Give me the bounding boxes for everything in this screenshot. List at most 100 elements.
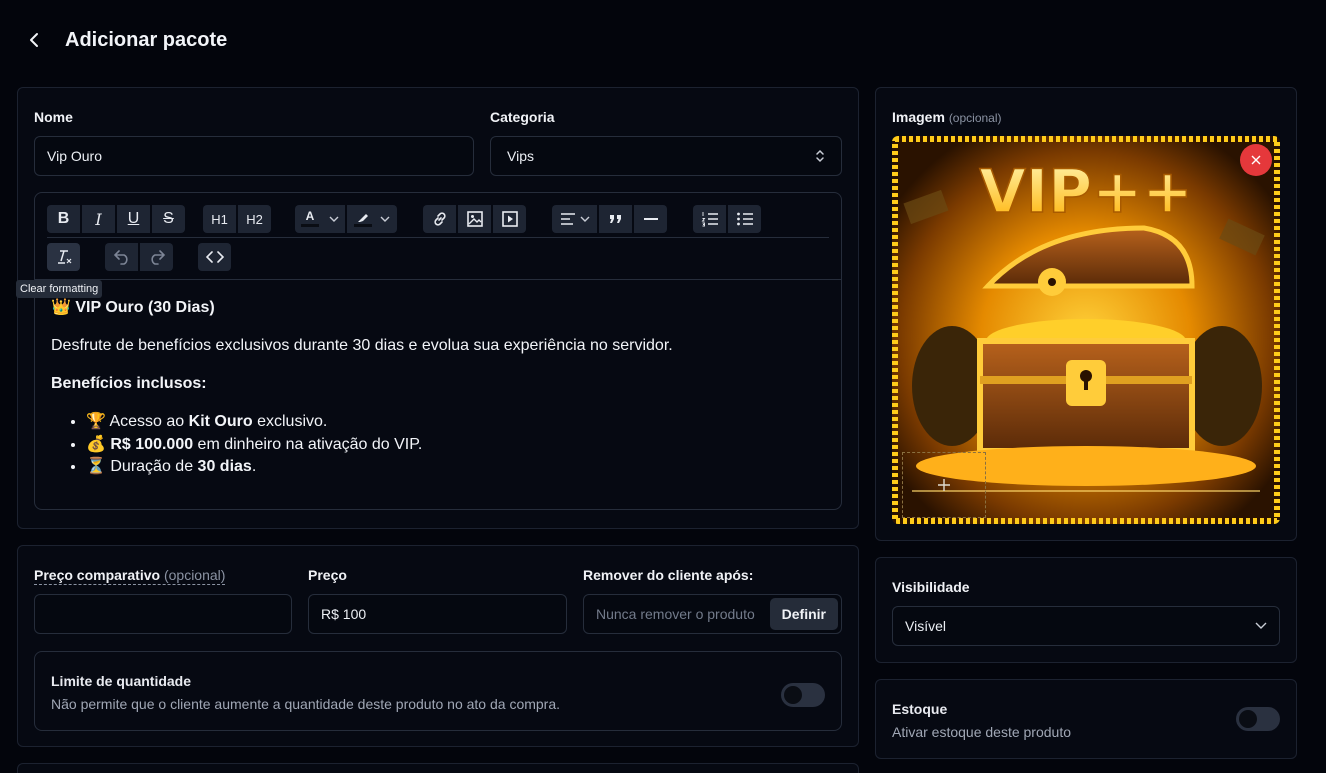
insert-image-button[interactable]: [458, 205, 491, 233]
link-button[interactable]: [423, 205, 456, 233]
redo-button[interactable]: [140, 243, 173, 271]
align-button[interactable]: [552, 205, 597, 233]
category-select[interactable]: Vips: [490, 136, 842, 176]
clear-formatting-icon: [57, 250, 71, 264]
italic-button[interactable]: I: [82, 205, 115, 233]
name-input[interactable]: Vip Ouro: [34, 136, 474, 176]
category-select-value: Vips: [507, 148, 534, 164]
list-item: ⏳ Duração de 30 dias.: [86, 456, 673, 479]
bullet-list-button[interactable]: [728, 205, 761, 233]
highlight-color-button[interactable]: [347, 205, 397, 233]
video-icon: [501, 211, 518, 227]
quantity-limit-title: Limite de quantidade: [51, 673, 192, 689]
redo-icon: [150, 250, 165, 265]
heading-2-button[interactable]: H2: [238, 205, 271, 233]
ordered-list-button[interactable]: [693, 205, 726, 233]
add-image-slot[interactable]: [902, 452, 986, 518]
toolbar-bottom-divider: [35, 279, 841, 280]
remove-image-button[interactable]: [1240, 144, 1272, 176]
undo-icon: [113, 250, 128, 265]
blockquote-button[interactable]: [599, 205, 632, 233]
stock-description: Ativar estoque deste produto: [892, 724, 1072, 740]
rich-text-editor: B I U S H1 H2 A 👑 VIP Ouro (30 Dias) Des…: [34, 192, 842, 510]
link-icon: [433, 212, 446, 226]
toolbar-gap: [526, 205, 552, 233]
toolbar-gap: [185, 205, 203, 233]
content-benefits-heading: Benefícios inclusos:: [51, 375, 207, 392]
back-button[interactable]: [24, 25, 44, 55]
strikethrough-button[interactable]: S: [152, 205, 185, 233]
page-title: Adicionar pacote: [65, 28, 228, 51]
code-icon: [205, 251, 224, 263]
horizontal-rule-button[interactable]: [634, 205, 667, 233]
insert-video-button[interactable]: [493, 205, 526, 233]
chevron-down-icon: [580, 216, 589, 222]
remove-after-placeholder: Nunca remover o produto: [596, 606, 755, 622]
toolbar-gap: [173, 243, 198, 271]
toolbar-gap: [667, 205, 693, 233]
source-code-button[interactable]: [198, 243, 231, 271]
image-card: Imagem (opcional) VIP++: [875, 87, 1297, 541]
name-input-value: Vip Ouro: [47, 148, 102, 164]
category-label: Categoria: [490, 109, 555, 125]
quantity-limit-panel: Limite de quantidade Não permite que o c…: [34, 651, 842, 731]
pricing-card: Preço comparativo (opcional) Preço R$ 10…: [17, 545, 859, 747]
highlighter-icon: [354, 211, 372, 227]
quote-icon: [609, 215, 621, 223]
price-input[interactable]: R$ 100: [308, 594, 567, 634]
details-card: Nome Vip Ouro Categoria Vips B I U S H1 …: [17, 87, 859, 529]
horizontal-rule-icon: [643, 218, 658, 220]
visibility-label: Visibilidade: [892, 579, 970, 595]
toolbar-gap: [80, 243, 105, 271]
chevron-left-icon: [30, 33, 38, 47]
align-left-icon: [560, 213, 575, 225]
editor-toolbar-row-2: [47, 243, 231, 271]
stock-toggle[interactable]: [1236, 707, 1280, 731]
chevron-down-icon: [1255, 622, 1267, 629]
remove-after-input[interactable]: Nunca remover o produto Definir: [583, 594, 842, 634]
banner-text: VIP++: [979, 157, 1192, 227]
heading-1-button[interactable]: H1: [203, 205, 236, 233]
stock-title: Estoque: [892, 701, 948, 717]
clear-formatting-button[interactable]: [47, 243, 80, 271]
visibility-select-value: Visível: [905, 618, 946, 634]
image-label: Imagem (opcional): [892, 109, 1002, 125]
price-label: Preço: [308, 567, 347, 583]
close-icon: [1251, 155, 1261, 165]
editor-toolbar-row-1: B I U S H1 H2 A: [47, 205, 761, 233]
chevron-updown-icon: [816, 149, 824, 163]
name-label: Nome: [34, 109, 73, 125]
bold-button[interactable]: B: [47, 205, 80, 233]
package-image: VIP++: [892, 136, 1280, 524]
list-item: 🏆 Acesso ao Kit Ouro exclusivo.: [86, 411, 673, 434]
compare-price-input[interactable]: [34, 594, 292, 634]
plus-icon: [938, 479, 950, 491]
quantity-limit-toggle[interactable]: [781, 683, 825, 707]
list-item: 💰 R$ 100.000 em dinheiro na ativação do …: [86, 434, 673, 457]
editor-content[interactable]: 👑 VIP Ouro (30 Dias) Desfrute de benefíc…: [51, 297, 673, 479]
content-paragraph: Desfrute de benefícios exclusivos durant…: [51, 337, 673, 354]
remove-after-label: Remover do cliente após:: [583, 567, 754, 583]
clear-formatting-tooltip: Clear formatting: [16, 280, 103, 298]
compare-price-label: Preço comparativo (opcional): [34, 567, 226, 585]
chevron-down-icon: [329, 216, 339, 222]
visibility-select[interactable]: Visível: [892, 606, 1280, 646]
undo-button[interactable]: [105, 243, 138, 271]
image-icon: [466, 211, 483, 227]
ordered-list-icon: [701, 212, 718, 227]
toolbar-gap: [397, 205, 423, 233]
benefits-list: 🏆 Acesso ao Kit Ouro exclusivo. 💰 R$ 100…: [86, 411, 673, 479]
text-color-icon: A: [301, 210, 319, 227]
quantity-limit-description: Não permite que o cliente aumente a quan…: [51, 696, 561, 712]
stock-card: Estoque Ativar estoque deste produto: [875, 679, 1297, 759]
color-swatch: [301, 224, 319, 227]
content-title: 👑 VIP Ouro (30 Dias): [51, 299, 215, 316]
next-section-card: [17, 763, 859, 773]
underline-button[interactable]: U: [117, 205, 150, 233]
chevron-down-icon: [380, 216, 390, 222]
define-button[interactable]: Definir: [769, 598, 838, 630]
toolbar-divider: [47, 237, 829, 238]
visibility-card: Visibilidade Visível: [875, 557, 1297, 663]
toolbar-gap: [271, 205, 295, 233]
text-color-button[interactable]: A: [295, 205, 345, 233]
